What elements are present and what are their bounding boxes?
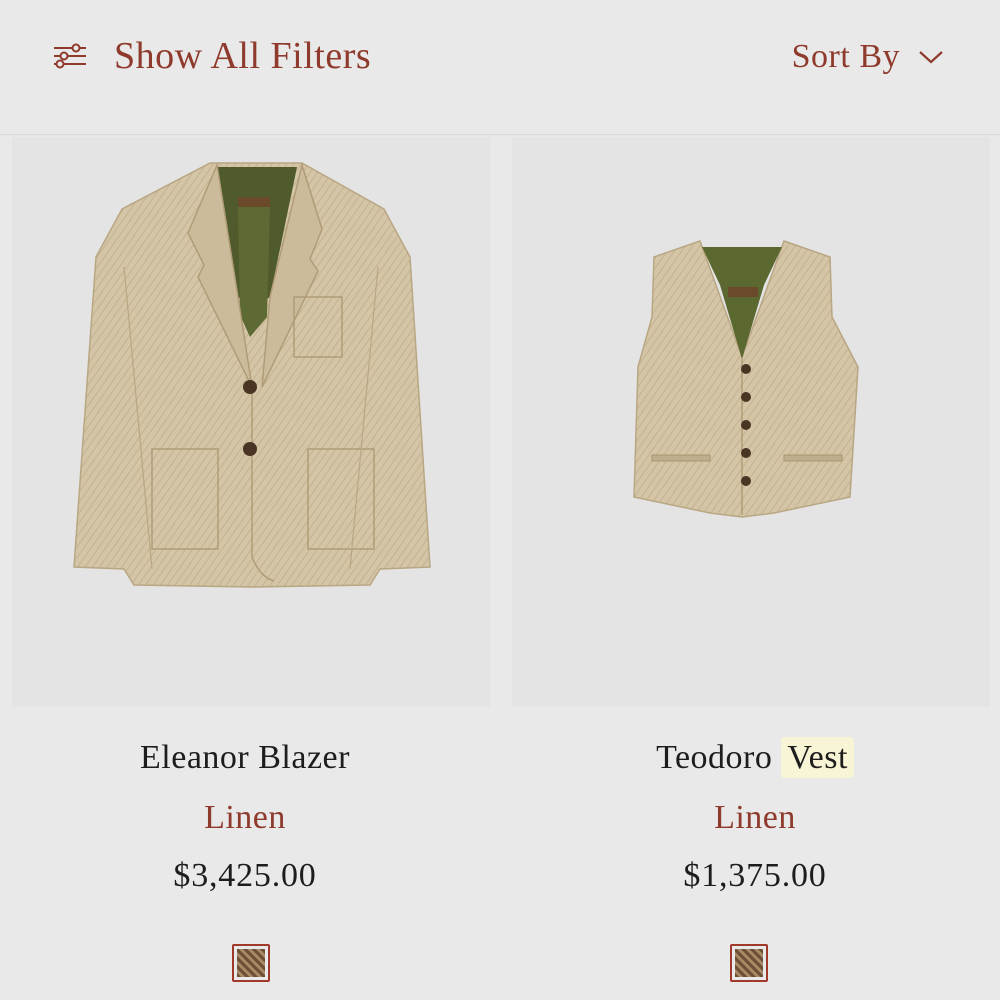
product-price: $1,375.00 — [683, 857, 827, 894]
blazer-illustration — [73, 162, 431, 588]
product-name[interactable]: Eleanor Blazer — [0, 739, 490, 777]
sort-by-button[interactable]: Sort By — [792, 32, 944, 82]
product-price: $3,425.00 — [173, 857, 317, 894]
show-all-filters-button[interactable]: Show All Filters — [52, 28, 371, 84]
herringbone-swatch-texture — [237, 949, 265, 977]
product-name-part: Teodoro — [656, 739, 773, 776]
vest-illustration — [633, 240, 859, 518]
product-material: Linen — [714, 799, 796, 836]
product-card[interactable]: Eleanor Blazer Linen $3,425.00 — [0, 137, 490, 1000]
vest-image[interactable] — [512, 137, 990, 707]
sliders-icon — [54, 43, 86, 69]
product-material: Linen — [204, 799, 286, 836]
color-swatch[interactable] — [730, 944, 768, 982]
blazer-image[interactable] — [12, 137, 490, 707]
sort-label: Sort By — [791, 38, 900, 75]
product-name[interactable]: Teodoro Vest — [510, 737, 1000, 778]
filters-label: Show All Filters — [114, 35, 372, 77]
herringbone-swatch-texture — [735, 949, 763, 977]
chevron-down-icon — [919, 51, 943, 64]
filter-bar: Show All Filters Sort By — [0, 0, 1000, 135]
highlighted-word: Vest — [781, 737, 854, 778]
product-card[interactable]: Teodoro Vest Linen $1,375.00 — [510, 137, 1000, 1000]
color-swatch[interactable] — [232, 944, 270, 982]
